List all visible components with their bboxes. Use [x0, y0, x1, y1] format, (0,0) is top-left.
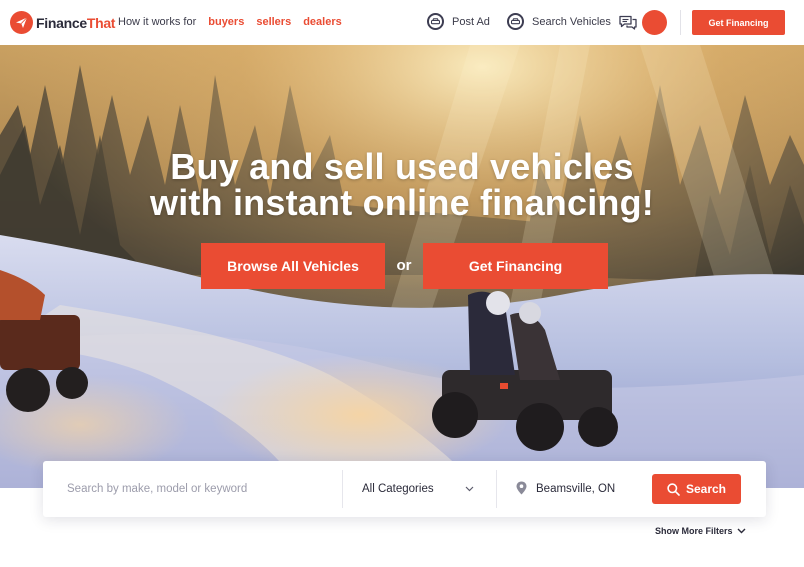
nav-link-sellers[interactable]: sellers [256, 16, 291, 28]
browse-all-vehicles-button[interactable]: Browse All Vehicles [201, 243, 385, 289]
how-it-works-link[interactable]: How it works for [118, 16, 196, 28]
category-select-value: All Categories [362, 483, 434, 495]
search-divider [496, 470, 497, 508]
search-vehicles-label: Search Vehicles [532, 15, 611, 28]
header-divider [680, 10, 681, 35]
location-field[interactable]: Beamsville, ON [516, 475, 615, 503]
search-button[interactable]: Search [652, 474, 741, 504]
hero-headline: Buy and sell used vehicles with instant … [0, 149, 804, 221]
car-icon [427, 13, 444, 30]
search-divider [342, 470, 343, 508]
vehicle-search-bar: All Categories Beamsville, ON Search [43, 461, 766, 517]
show-more-filters-label: Show More Filters [655, 526, 733, 536]
show-more-filters-toggle[interactable]: Show More Filters [655, 526, 746, 536]
nav-link-dealers[interactable]: dealers [303, 16, 342, 28]
paper-plane-icon [10, 11, 33, 34]
location-value: Beamsville, ON [536, 483, 616, 495]
main-nav: How it works for buyers sellers dealers [118, 16, 354, 28]
hero-headline-line2: with instant online financing! [150, 182, 654, 223]
chevron-down-icon [465, 483, 474, 495]
chevron-down-icon [737, 528, 746, 534]
header-get-financing-button[interactable]: Get Financing [692, 10, 785, 35]
hero-section: Buy and sell used vehicles with instant … [0, 45, 804, 488]
search-vehicles-link[interactable]: Search Vehicles [507, 13, 611, 30]
post-ad-label: Post Ad [452, 15, 490, 28]
nav-link-buyers[interactable]: buyers [208, 16, 244, 28]
or-separator: or [396, 257, 412, 274]
chat-bubbles-icon[interactable] [619, 15, 637, 35]
hero-headline-line1: Buy and sell used vehicles [170, 146, 634, 187]
financethat-logo[interactable]: FinanceThat [10, 11, 115, 34]
category-select[interactable]: All Categories [350, 475, 474, 503]
user-avatar[interactable] [642, 10, 667, 35]
post-ad-link[interactable]: Post Ad [427, 13, 490, 30]
keyword-search-input[interactable] [57, 475, 327, 503]
search-button-label: Search [685, 482, 727, 496]
map-pin-icon [516, 481, 536, 498]
top-navbar: FinanceThat How it works for buyers sell… [0, 0, 804, 45]
hero-get-financing-button[interactable]: Get Financing [423, 243, 608, 289]
search-icon [667, 482, 680, 496]
car-icon [507, 13, 524, 30]
logo-text: FinanceThat [36, 14, 116, 31]
